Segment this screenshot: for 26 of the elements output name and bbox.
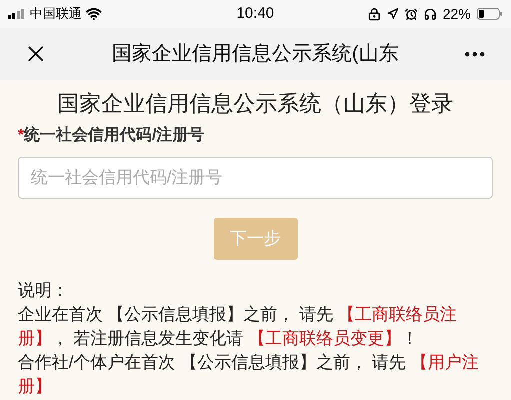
battery-icon xyxy=(477,8,503,20)
login-heading: 国家企业信用信息公示系统（山东）登录 xyxy=(56,90,454,118)
wifi-icon xyxy=(86,6,102,22)
carrier-name: 中国联通 xyxy=(30,5,82,24)
link[interactable]: 册】 xyxy=(18,329,52,348)
note-text: 企业在首次 【公示信息填报】之前， 请先 xyxy=(18,305,334,324)
link[interactable]: 【工商联络员变更】 xyxy=(248,329,402,348)
link[interactable]: 册】 xyxy=(18,377,52,396)
credit-code-field[interactable]: 统一社会信用代码/注册号 xyxy=(18,157,493,199)
note-text: 合作社/个体户在首次 【公示信息填报】之前， 请先 xyxy=(18,353,408,372)
location-arrow-icon xyxy=(386,8,399,20)
battery-percent: 22% xyxy=(442,4,471,24)
page-title: 国家企业信用信息公示系统(山东 xyxy=(112,42,399,67)
more-dots-icon xyxy=(465,52,485,56)
required-mark: * xyxy=(18,127,24,146)
signal-icon xyxy=(8,9,26,19)
link[interactable]: 【工商联络员注 xyxy=(338,305,458,324)
link[interactable]: 【用户注 xyxy=(410,353,479,372)
field-label: 统一社会信用代码/注册号 xyxy=(24,125,205,146)
headphones-icon xyxy=(424,8,437,20)
note-title: 说明： xyxy=(18,280,70,302)
lock-icon xyxy=(368,8,381,20)
note-text: ， 若注册信息发生变化请 xyxy=(52,329,245,348)
note-text: ！ xyxy=(401,329,418,348)
alarm-clock-icon xyxy=(404,8,418,20)
clock-time: 10:40 xyxy=(236,4,274,24)
